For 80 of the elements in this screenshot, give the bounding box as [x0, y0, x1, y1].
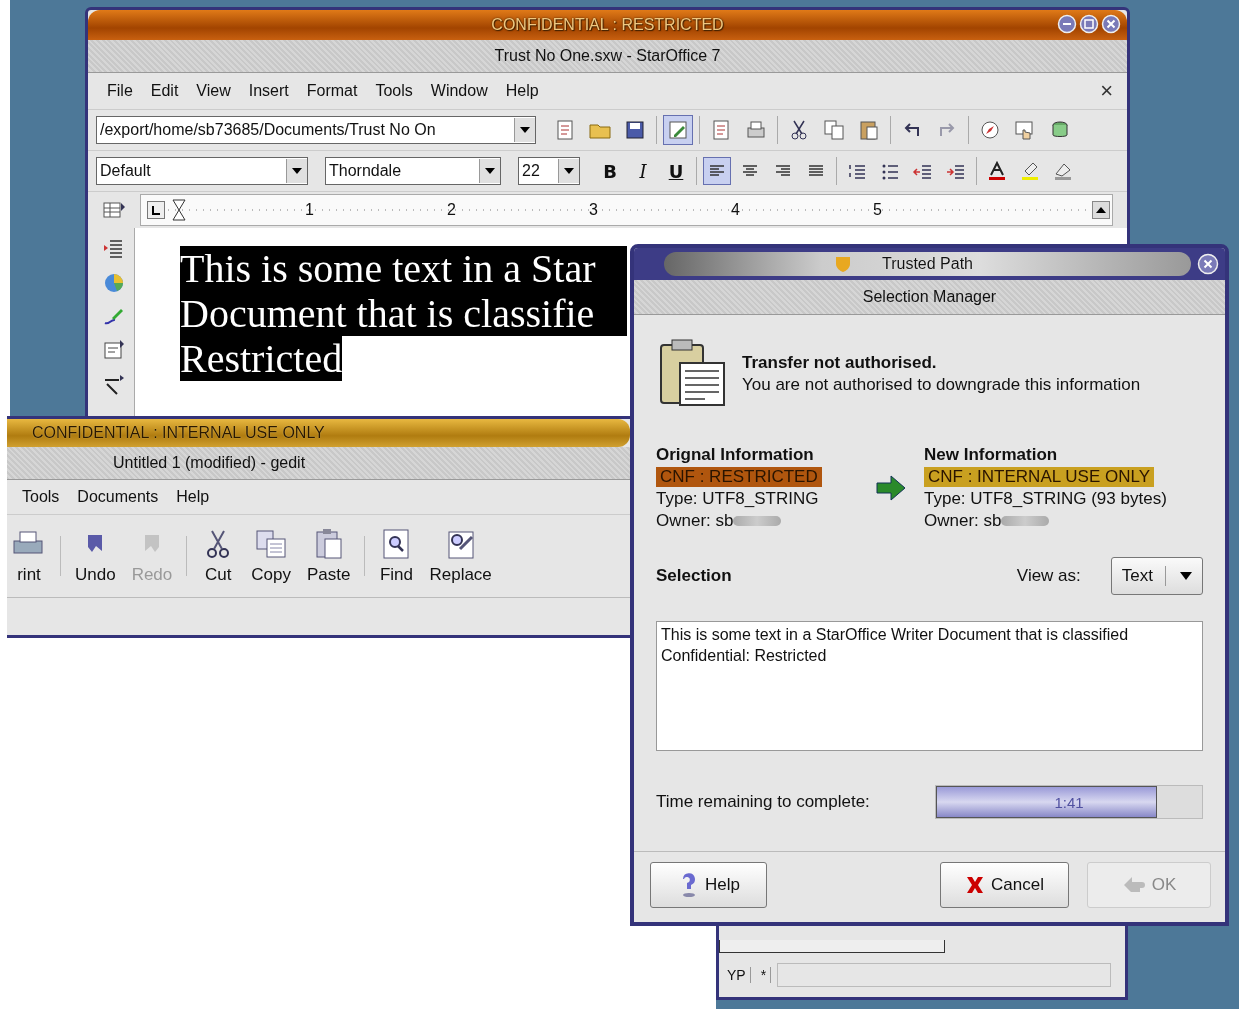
redaction-blur — [1001, 516, 1050, 526]
dropdown-arrow-icon — [564, 168, 574, 174]
format-button[interactable]: U — [663, 160, 689, 182]
shield-icon — [834, 255, 852, 273]
dropdown-arrow-icon — [485, 168, 495, 174]
toolbar-button[interactable]: Cut — [199, 527, 238, 585]
dropdown-arrow-icon — [520, 127, 530, 133]
close-icon[interactable] — [1197, 253, 1219, 275]
toolbar-button[interactable]: Copy — [249, 527, 293, 585]
menu-item[interactable]: Documents — [77, 488, 177, 506]
table-icon[interactable] — [102, 199, 126, 221]
owner-text: Owner: sb — [656, 511, 734, 531]
format-button[interactable]: I — [630, 160, 656, 182]
info-heading: New Information — [924, 445, 1059, 465]
toolbar-button[interactable]: rint — [10, 527, 48, 585]
menu-item[interactable]: Tools — [368, 82, 424, 100]
menu-item[interactable]: Edit — [143, 82, 190, 100]
format-button[interactable]: B — [597, 160, 623, 182]
ruler-number: 4 — [731, 201, 741, 219]
dialog-button[interactable]: Help — [650, 862, 767, 908]
scroll-up-icon[interactable] — [1092, 201, 1110, 219]
menu-item[interactable]: Help — [498, 82, 550, 100]
toolbar-button[interactable]: Replace — [427, 527, 494, 585]
window-title: Untitled 1 (modified) - gedit — [113, 454, 306, 472]
window-title: Trust No One.sxw - StarOffice 7 — [494, 47, 721, 65]
url-combobox[interactable]: /export/home/sb73685/Documents/Trust No On — [96, 116, 536, 144]
message-heading: Transfer not authorised. — [742, 353, 938, 373]
dialog-subtitle: Selection Manager — [862, 288, 997, 306]
close-icon[interactable] — [1101, 14, 1121, 34]
menu-item[interactable]: Format — [299, 82, 369, 100]
owner-text: Owner: sb — [924, 511, 1002, 531]
clipboard-icon — [658, 339, 728, 409]
type-text: Type: UTF8_STRING (93 bytes) — [924, 489, 1167, 509]
info-heading: Orignal Information — [656, 445, 815, 465]
indent-marker-icon[interactable] — [171, 198, 187, 222]
message-text: You are not authorised to downgrade this information — [742, 375, 1141, 395]
view-as-label: View as: — [1016, 566, 1081, 586]
arrow-right-icon — [876, 475, 906, 501]
paragraph-style-combobox[interactable]: Default — [96, 157, 308, 185]
copy-icon — [254, 527, 289, 561]
dialog-button[interactable]: Cancel — [940, 862, 1069, 908]
status-bar-cell: * — [756, 967, 772, 983]
classification-label: CONFIDENTIAL : RESTRICTED — [491, 16, 724, 34]
align-left-icon[interactable] — [704, 158, 730, 184]
status-bar-cell: YP — [723, 967, 751, 983]
toolbar-button[interactable]: Undo — [73, 527, 118, 585]
edit-icon[interactable] — [664, 116, 692, 144]
redaction-blur — [733, 516, 782, 526]
menu-item[interactable]: Help — [176, 488, 228, 506]
form-icon[interactable] — [102, 338, 126, 362]
dropdown-arrow-icon — [1180, 572, 1192, 580]
tab-stop-icon[interactable] — [147, 201, 165, 219]
ruler-number: 1 — [305, 201, 315, 219]
menu-item[interactable]: Window — [423, 82, 499, 100]
menu-item[interactable]: Insert — [241, 82, 300, 100]
menu-item[interactable]: View — [189, 82, 242, 100]
section-label: Selection — [656, 566, 732, 586]
minimize-icon[interactable] — [1057, 14, 1077, 34]
classification-tag: CNF : INTERNAL USE ONLY — [924, 467, 1154, 487]
font-name-combobox[interactable]: Thorndale — [325, 157, 501, 185]
toolbar-button[interactable]: Find — [377, 527, 416, 585]
selection-text-area[interactable]: This is some text in a StarOffice Writer Document that is classified Confidential: Restricted — [656, 621, 1203, 751]
close-document-button[interactable]: × — [1100, 78, 1121, 104]
view-as-dropdown[interactable]: Text — [1110, 557, 1203, 595]
font-size-combobox[interactable]: 22 — [518, 157, 580, 185]
toolbar-button[interactable]: Paste — [304, 527, 353, 585]
time-remaining-text: 1:41 — [1054, 793, 1084, 811]
ruler-number: 3 — [589, 201, 599, 219]
menu-item[interactable]: File — [100, 82, 144, 100]
dropdown-arrow-icon — [292, 168, 302, 174]
type-text: Type: UTF8_STRING — [656, 489, 820, 509]
ruler-number: 2 — [447, 201, 457, 219]
ruler-number: 5 — [873, 201, 883, 219]
classification-tag: CNF : RESTRICTED — [656, 467, 822, 487]
classification-label: CONFIDENTIAL : INTERNAL USE ONLY — [32, 424, 325, 442]
menu-item[interactable]: Tools — [10, 488, 78, 506]
window-title: Trusted Path — [882, 255, 973, 273]
cross-icon — [965, 875, 986, 895]
maximize-icon[interactable] — [1079, 14, 1099, 34]
time-label: Time remaining to complete: — [656, 792, 870, 812]
